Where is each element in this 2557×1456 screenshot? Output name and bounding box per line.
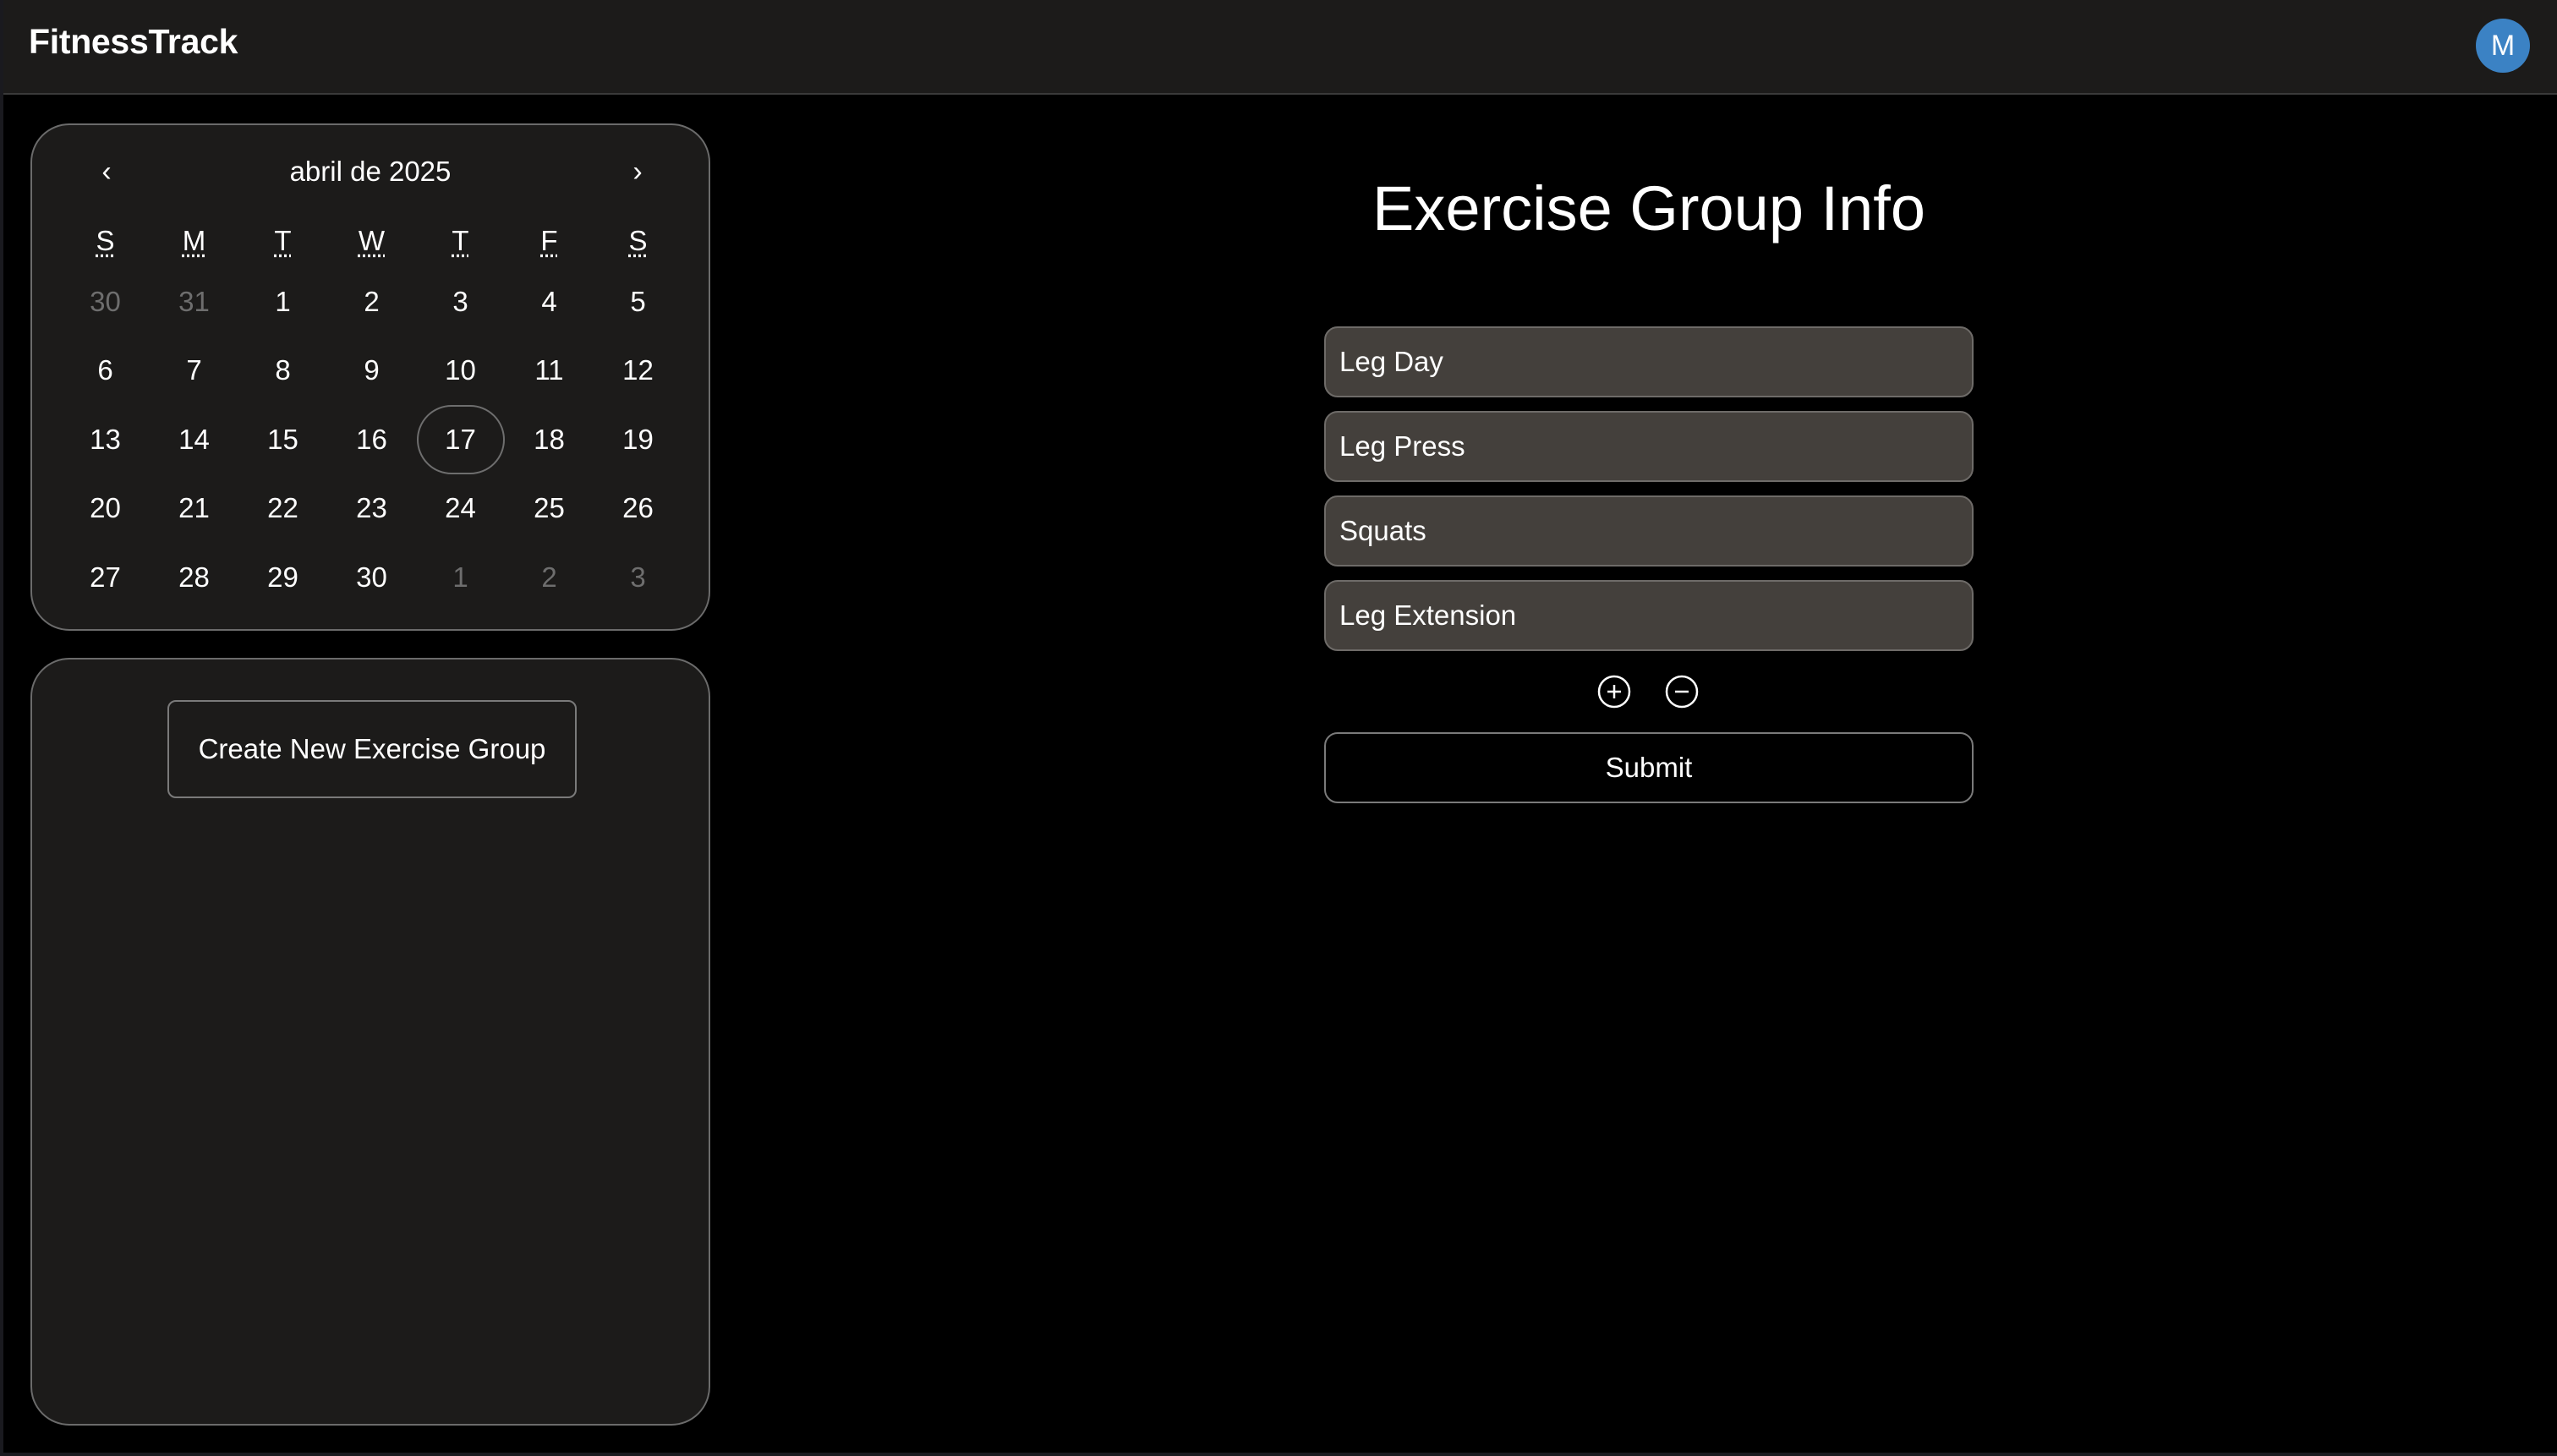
- top-navbar: FitnessTrack M: [3, 0, 2557, 95]
- calendar-day[interactable]: 1: [238, 267, 327, 337]
- calendar-day[interactable]: 23: [327, 474, 416, 544]
- calendar-month-title: abril de 2025: [289, 156, 452, 187]
- calendar-day[interactable]: 11: [505, 337, 594, 406]
- exercise-field[interactable]: [1324, 411, 1974, 482]
- calendar-day[interactable]: 16: [327, 405, 416, 474]
- user-avatar[interactable]: M: [2476, 19, 2530, 73]
- create-exercise-group-button[interactable]: Create New Exercise Group: [167, 700, 577, 798]
- calendar-day[interactable]: 31: [150, 267, 238, 337]
- calendar-day[interactable]: 22: [238, 474, 327, 544]
- calendar-day[interactable]: 14: [150, 405, 238, 474]
- calendar-day[interactable]: 26: [594, 474, 682, 544]
- calendar-day[interactable]: 2: [327, 267, 416, 337]
- brand-logo[interactable]: FitnessTrack: [29, 22, 238, 62]
- calendar-day[interactable]: 13: [61, 405, 150, 474]
- weekday-label: M: [182, 225, 206, 256]
- minus-circle-icon[interactable]: [1665, 675, 1699, 709]
- calendar-next-month-button[interactable]: ›: [612, 156, 663, 189]
- calendar-day[interactable]: 20: [61, 474, 150, 544]
- calendar-day[interactable]: 10: [416, 337, 505, 406]
- calendar-day[interactable]: 15: [238, 405, 327, 474]
- weekday-label: W: [358, 225, 386, 256]
- calendar-day[interactable]: 21: [150, 474, 238, 544]
- calendar-day[interactable]: 18: [505, 405, 594, 474]
- calendar-day[interactable]: 3: [416, 267, 505, 337]
- calendar-day[interactable]: 30: [327, 543, 416, 612]
- calendar-day-selected[interactable]: 17: [416, 405, 505, 474]
- calendar-day[interactable]: 30: [61, 267, 150, 337]
- weekday-label: F: [540, 225, 558, 256]
- exercise-groups-panel: Create New Exercise Group: [30, 658, 710, 1426]
- calendar-day[interactable]: 9: [327, 337, 416, 406]
- calendar-day[interactable]: 7: [150, 337, 238, 406]
- group-name-field[interactable]: [1324, 326, 1974, 397]
- weekday-label: S: [96, 225, 115, 256]
- page-title: Exercise Group Info: [1372, 173, 1925, 244]
- calendar-day[interactable]: 24: [416, 474, 505, 544]
- calendar-panel: ‹ abril de 2025 › S M T W T F S 30 31 1 2 3 4…: [30, 123, 710, 631]
- calendar-day[interactable]: 19: [594, 405, 682, 474]
- calendar-day[interactable]: 28: [150, 543, 238, 612]
- exercise-field[interactable]: [1324, 580, 1974, 651]
- calendar-day[interactable]: 29: [238, 543, 327, 612]
- calendar-day[interactable]: 27: [61, 543, 150, 612]
- calendar-weekday-header: S M T W T F S: [61, 225, 683, 267]
- weekday-label: T: [274, 225, 292, 256]
- calendar-day-grid: 30 31 1 2 3 4 5 6 7 8 9 10 11 12 13 14 15 16 17 18 19 20 21 22 2…: [61, 267, 683, 612]
- calendar-day[interactable]: 6: [61, 337, 150, 406]
- exercise-field[interactable]: [1324, 495, 1974, 567]
- weekday-label: T: [452, 225, 469, 256]
- app-window: FitnessTrack M ‹ abril de 2025 › S M T W…: [0, 0, 2557, 1456]
- calendar-day[interactable]: 3: [594, 543, 682, 612]
- calendar-day[interactable]: 1: [416, 543, 505, 612]
- calendar-day[interactable]: 5: [594, 267, 682, 337]
- calendar-day[interactable]: 25: [505, 474, 594, 544]
- calendar-day[interactable]: 2: [505, 543, 594, 612]
- plus-circle-icon[interactable]: [1597, 675, 1631, 709]
- calendar-day[interactable]: 8: [238, 337, 327, 406]
- submit-button[interactable]: Submit: [1324, 732, 1974, 803]
- calendar-day[interactable]: 12: [594, 337, 682, 406]
- calendar-day[interactable]: 4: [505, 267, 594, 337]
- weekday-label: S: [628, 225, 648, 256]
